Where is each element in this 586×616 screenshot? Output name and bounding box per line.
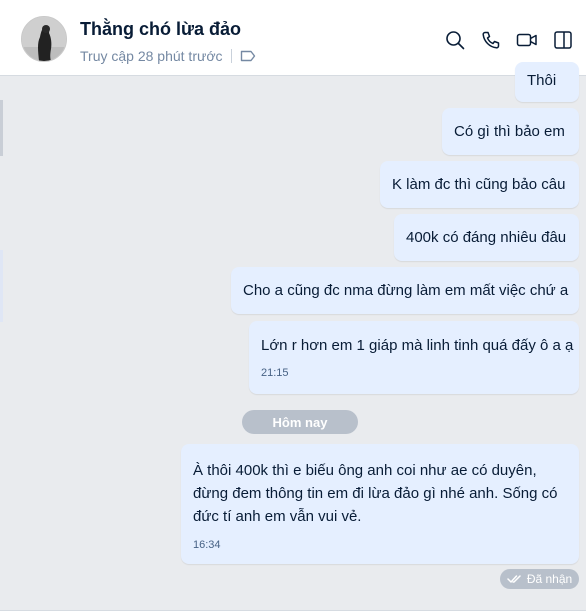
message-time: 16:34 bbox=[193, 539, 221, 551]
status-divider bbox=[230, 49, 232, 63]
video-icon bbox=[516, 33, 537, 47]
message-bubble[interactable]: Lớn r hơn em 1 giáp mà linh tinh quá đấy… bbox=[249, 321, 579, 394]
contact-name[interactable]: Thằng chó lừa đảo bbox=[80, 19, 241, 40]
status-row: Truy cập 28 phút trước bbox=[80, 47, 256, 65]
avatar[interactable] bbox=[21, 16, 67, 62]
message-text-line: đức tí anh em vẫn vui vẻ. bbox=[193, 508, 362, 525]
message-bubble[interactable]: Thôi bbox=[515, 62, 579, 102]
message-bubble[interactable]: Có gì thì bảo em bbox=[442, 108, 579, 155]
message-time: 21:15 bbox=[261, 367, 289, 379]
chat-header: Thằng chó lừa đảo Truy cập 28 phút trước bbox=[0, 0, 586, 76]
tag-icon[interactable] bbox=[240, 50, 256, 62]
message-text: Lớn r hơn em 1 giáp mà linh tinh quá đấy… bbox=[261, 337, 574, 354]
video-call-button[interactable] bbox=[516, 29, 538, 51]
conversation-info-button[interactable] bbox=[552, 29, 574, 51]
phone-icon bbox=[482, 31, 500, 49]
message-text-line: đừng đem thông tin em đi lừa đảo gì nhé … bbox=[193, 485, 558, 502]
double-check-icon bbox=[507, 575, 521, 583]
message-text: Cho a cũng đc nma đừng làm em mất việc c… bbox=[243, 282, 569, 299]
message-text-line: À thôi 400k thì e biếu ông anh coi như a… bbox=[193, 462, 537, 479]
search-button[interactable] bbox=[444, 29, 466, 51]
message-text: Có gì thì bảo em bbox=[454, 123, 565, 140]
call-button[interactable] bbox=[480, 29, 502, 51]
scroll-marker-light bbox=[0, 250, 3, 322]
message-bubble[interactable]: 400k có đáng nhiêu đâu bbox=[394, 214, 579, 261]
last-seen-status: Truy cập 28 phút trước bbox=[80, 48, 223, 64]
message-bubble[interactable]: Cho a cũng đc nma đừng làm em mất việc c… bbox=[231, 267, 579, 314]
message-text: Thôi bbox=[527, 72, 557, 89]
message-text: 400k có đáng nhiêu đâu bbox=[406, 229, 567, 246]
receipt-status: Đã nhận bbox=[526, 572, 573, 586]
header-top-strip bbox=[0, 0, 586, 4]
composer-edge bbox=[0, 610, 586, 616]
panel-toggle-icon bbox=[554, 31, 572, 49]
message-bubble[interactable]: K làm đc thì cũng bảo câu bbox=[380, 161, 579, 208]
read-receipt-badge: Đã nhận bbox=[500, 569, 579, 589]
message-text: K làm đc thì cũng bảo câu bbox=[392, 176, 566, 193]
header-actions bbox=[444, 28, 574, 52]
search-icon bbox=[446, 31, 465, 50]
message-bubble[interactable]: À thôi 400k thì e biếu ông anh coi như a… bbox=[181, 444, 579, 564]
date-divider: Hôm nay bbox=[242, 410, 358, 434]
scroll-marker bbox=[0, 100, 3, 156]
